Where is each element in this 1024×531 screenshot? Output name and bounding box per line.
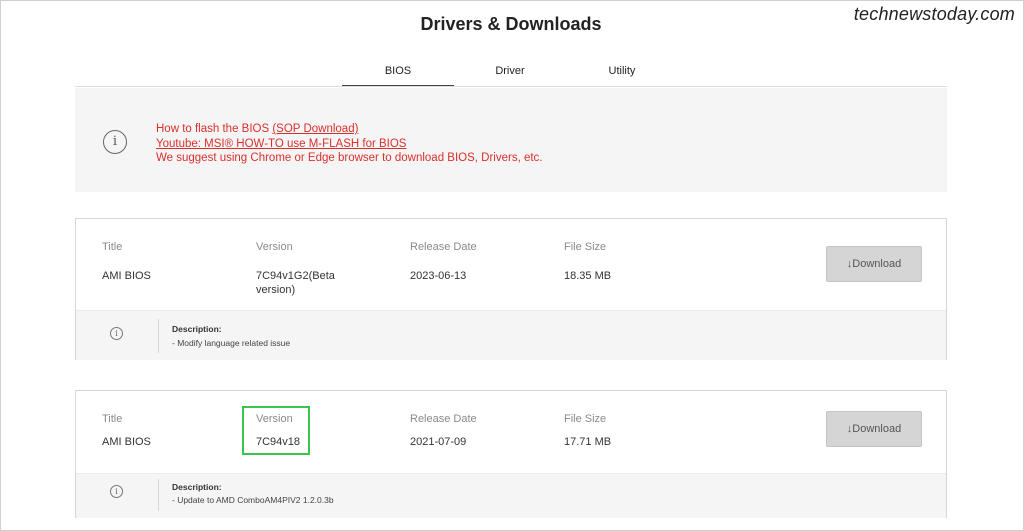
release-date-column-label: Release Date xyxy=(410,241,477,253)
notice-text: How to flash the BIOS (SOP Download) You… xyxy=(156,122,543,166)
watermark: technewstoday.com xyxy=(853,4,1015,24)
notice-line-flash: How to flash the BIOS (SOP Download) xyxy=(156,122,543,137)
description-label: Description: xyxy=(172,482,222,492)
title-column-label: Title xyxy=(102,413,123,425)
entry-file-size: 17.71 MB xyxy=(564,436,612,448)
tab-driver[interactable]: Driver xyxy=(454,63,566,85)
description-panel: i Description: - Update to AMD ComboAM4P… xyxy=(76,473,946,518)
download-button[interactable]: ↓Download xyxy=(826,246,922,282)
entry-file-size: 18.35 MB xyxy=(564,270,612,282)
release-date-column-label: Release Date xyxy=(410,413,477,425)
file-size-column-label: File Size xyxy=(564,413,607,425)
entry-release-date: 2021-07-09 xyxy=(410,436,467,448)
description-divider xyxy=(158,319,159,353)
description-text: - Update to AMD ComboAM4PIV2 1.2.0.3b xyxy=(172,495,334,505)
info-icon: i xyxy=(110,485,123,498)
bios-entry-card: Title Version Release Date File Size AMI… xyxy=(75,390,947,518)
entry-release-date: 2023-06-13 xyxy=(410,270,467,282)
tab-divider xyxy=(75,86,947,87)
bios-entry-card: Title Version Release Date File Size AMI… xyxy=(75,218,947,360)
sop-download-link[interactable]: (SOP Download) xyxy=(272,123,358,135)
description-divider xyxy=(158,479,159,511)
tab-bar: BIOS Driver Utility xyxy=(342,63,682,87)
description-label: Description: xyxy=(172,324,222,334)
file-size-column-label: File Size xyxy=(564,241,607,253)
version-highlight-box xyxy=(242,406,310,455)
version-column-label: Version xyxy=(256,241,293,253)
info-circle-icon: i xyxy=(103,130,127,154)
tab-bios[interactable]: BIOS xyxy=(342,63,454,87)
description-text: - Modify language related issue xyxy=(172,338,291,348)
browser-suggestion-text: We suggest using Chrome or Edge browser … xyxy=(156,152,543,164)
info-icon: i xyxy=(110,327,123,340)
notice-flash-text: How to flash the BIOS xyxy=(156,123,273,135)
entry-version: 7C94v1G2(Beta version) xyxy=(256,270,335,296)
description-panel: i Description: - Modify language related… xyxy=(76,310,946,360)
notice-panel: i How to flash the BIOS (SOP Download) Y… xyxy=(75,88,947,192)
entry-title: AMI BIOS xyxy=(102,436,151,448)
entry-title: AMI BIOS xyxy=(102,270,151,282)
download-button[interactable]: ↓Download xyxy=(826,411,922,447)
title-column-label: Title xyxy=(102,241,123,253)
tab-utility[interactable]: Utility xyxy=(566,63,678,85)
youtube-mflash-link[interactable]: Youtube: MSI® HOW-TO use M-FLASH for BIO… xyxy=(156,137,543,152)
